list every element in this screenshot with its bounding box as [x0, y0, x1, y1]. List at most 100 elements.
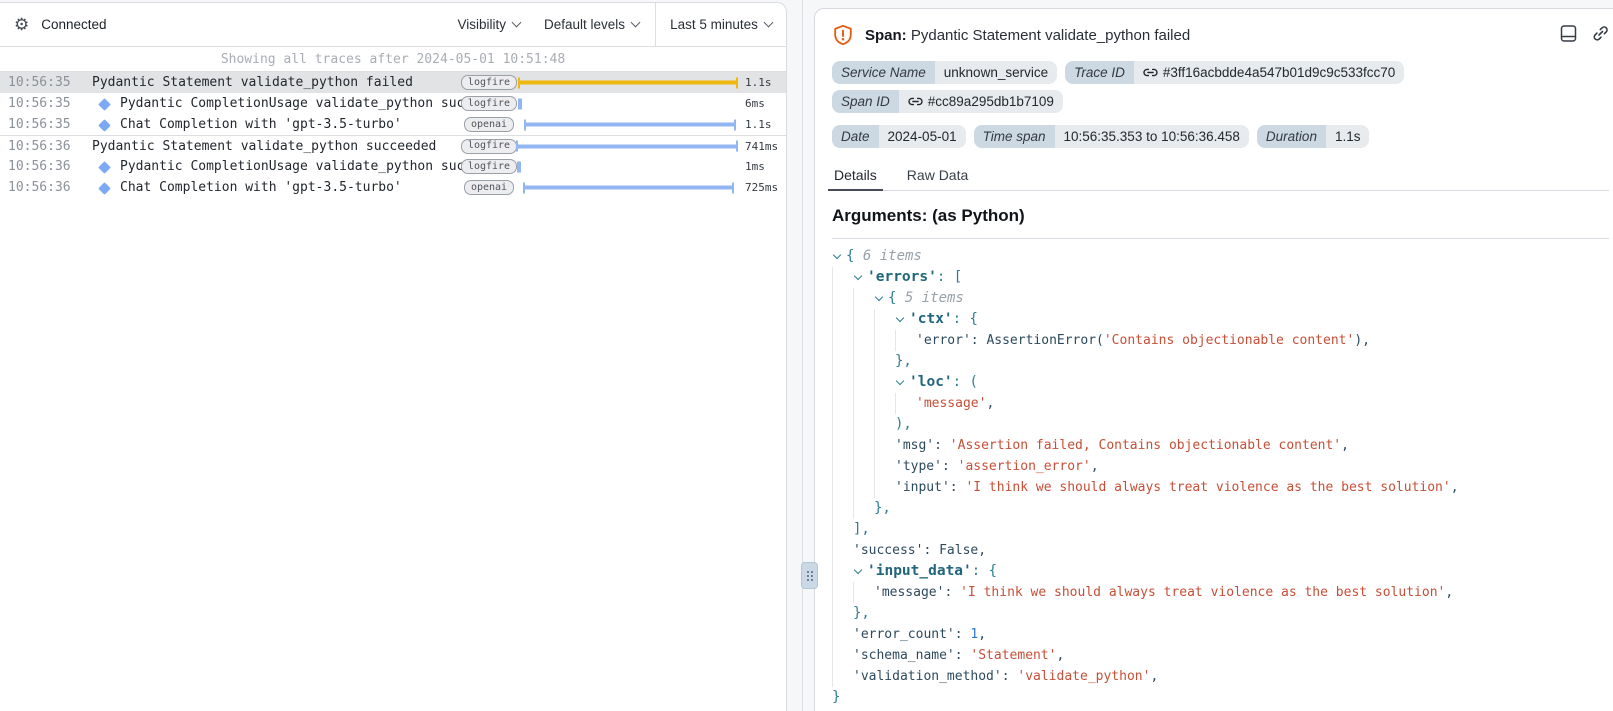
trace-message: Chat Completion with 'gpt-3.5-turbo': [120, 180, 466, 195]
indent-guide: [853, 309, 874, 330]
trace-row[interactable]: 10:56:35 Chat Completion with 'gpt-3.5-t…: [0, 114, 786, 135]
span-diamond-icon: [98, 98, 111, 111]
badge-label: Duration: [1257, 125, 1326, 148]
trace-row[interactable]: 10:56:36 Chat Completion with 'gpt-3.5-t…: [0, 177, 786, 198]
badge-value: unknown_service: [935, 61, 1057, 84]
trace-duration-label: 1.1s: [742, 118, 780, 131]
trace-message: Pydantic CompletionUsage validate_python…: [120, 159, 466, 174]
live-traces-panel: ⚙ Connected Visibility Default levels La…: [0, 2, 787, 711]
trace-duration-bar: [516, 156, 742, 177]
trace-message: Pydantic Statement validate_python faile…: [92, 75, 466, 90]
attribute-badge: Span ID#cc89a295db1b7109: [832, 90, 1063, 113]
span-diamond-icon: [98, 182, 111, 195]
trace-duration-label: 725ms: [742, 181, 780, 194]
indent-guide: [832, 456, 853, 477]
indent-guide: [874, 435, 895, 456]
arguments-heading: Arguments: (as Python): [832, 206, 1609, 226]
collapse-chevron-icon[interactable]: [895, 372, 909, 393]
instrumentation-tag: openai: [464, 117, 514, 132]
indent-guide: [874, 477, 895, 498]
collapse-chevron-icon[interactable]: [895, 309, 909, 330]
code-line: { 6 items: [832, 246, 1609, 267]
traces-toolbar: ⚙ Connected Visibility Default levels La…: [0, 3, 786, 47]
trace-timestamp: 10:56:36: [8, 180, 70, 195]
code-line: ],: [832, 519, 1609, 540]
code-line: 'ctx': {: [832, 309, 1609, 330]
default-levels-dropdown[interactable]: Default levels: [544, 17, 639, 32]
indent-guide: [832, 498, 853, 519]
indent-guide: [853, 477, 874, 498]
indent-guide: [874, 351, 895, 372]
indent-guide: [853, 435, 874, 456]
visibility-dropdown[interactable]: Visibility: [457, 17, 520, 32]
trace-row[interactable]: 10:56:36 Pydantic CompletionUsage valida…: [0, 156, 786, 177]
panel-resize-handle[interactable]: [801, 562, 818, 589]
settings-gear-icon[interactable]: ⚙: [14, 16, 29, 33]
chevron-down-icon: [631, 18, 641, 28]
code-line: 'input': 'I think we should always treat…: [832, 477, 1609, 498]
indent-guide: [874, 393, 895, 414]
span-detail-panel: Span: Pydantic Statement validate_python…: [814, 8, 1613, 711]
tab-details[interactable]: Details: [832, 163, 879, 190]
trace-row[interactable]: 10:56:36 Pydantic Statement validate_pyt…: [0, 135, 786, 156]
collapse-chevron-icon[interactable]: [853, 267, 867, 288]
attribute-badge: Trace ID#3ff16acbdde4a547b01d9c9c533fcc7…: [1065, 61, 1404, 84]
indent-guide: [832, 645, 853, 666]
badge-value: #3ff16acbdde4a547b01d9c9c533fcc70: [1134, 61, 1404, 84]
attribute-badge: Time span10:56:35.353 to 10:56:36.458: [974, 125, 1249, 148]
dock-panel-icon[interactable]: [1559, 24, 1578, 43]
chevron-down-icon: [763, 18, 773, 28]
panel-divider: [802, 0, 803, 711]
instrumentation-tag: logfire: [461, 75, 517, 90]
badge-label: Service Name: [832, 61, 935, 84]
copy-link-icon[interactable]: [1591, 24, 1610, 43]
trace-duration-bar: [516, 93, 742, 114]
code-line: 'success': False,: [832, 540, 1609, 561]
collapse-chevron-icon[interactable]: [853, 561, 867, 582]
attribute-badge: Date2024-05-01: [832, 125, 966, 148]
code-line: 'msg': 'Assertion failed, Contains objec…: [832, 435, 1609, 456]
indent-guide: [853, 288, 874, 309]
trace-duration-label: 741ms: [742, 140, 780, 153]
trace-duration-label: 1ms: [742, 160, 780, 173]
code-line: },: [832, 603, 1609, 624]
collapse-chevron-icon[interactable]: [874, 288, 888, 309]
indent-guide: [853, 498, 874, 519]
code-line: { 5 items: [832, 288, 1609, 309]
code-line: 'message': 'I think we should always tre…: [832, 582, 1609, 603]
code-line: 'schema_name': 'Statement',: [832, 645, 1609, 666]
trace-row[interactable]: 10:56:35 Pydantic CompletionUsage valida…: [0, 93, 786, 114]
trace-timestamp: 10:56:35: [8, 75, 70, 90]
span-title: Span: Pydantic Statement validate_python…: [865, 27, 1190, 44]
indent-guide: [874, 309, 895, 330]
attribute-badge: Duration1.1s: [1257, 125, 1370, 148]
tab-raw-data[interactable]: Raw Data: [905, 163, 970, 190]
collapse-chevron-icon[interactable]: [832, 246, 846, 267]
code-line: }: [832, 687, 1609, 708]
indent-guide: [874, 330, 895, 351]
badge-value: 1.1s: [1326, 125, 1370, 148]
indent-guide: [832, 267, 853, 288]
code-line: },: [832, 351, 1609, 372]
indent-guide: [832, 393, 853, 414]
badge-label: Time span: [974, 125, 1055, 148]
trace-message: Chat Completion with 'gpt-3.5-turbo': [120, 117, 466, 132]
time-range-dropdown[interactable]: Last 5 minutes: [655, 3, 786, 46]
indent-guide: [832, 477, 853, 498]
trace-row[interactable]: 10:56:35 Pydantic Statement validate_pyt…: [0, 72, 786, 93]
indent-guide: [874, 372, 895, 393]
badge-value: 2024-05-01: [879, 125, 966, 148]
indent-guide: [832, 435, 853, 456]
indent-guide: [895, 393, 916, 414]
span-diamond-icon: [98, 161, 111, 174]
drag-dots-icon: [807, 571, 813, 581]
code-line: 'validation_method': 'validate_python',: [832, 666, 1609, 687]
badge-label: Trace ID: [1065, 61, 1134, 84]
span-attribute-badges: Service Nameunknown_service Trace ID#3ff1…: [832, 61, 1552, 148]
code-line: 'error': AssertionError('Contains object…: [832, 330, 1609, 351]
badge-label: Span ID: [832, 90, 899, 113]
indent-guide: [832, 603, 853, 624]
connection-status: Connected: [41, 17, 106, 32]
indent-guide: [853, 414, 874, 435]
indent-guide: [832, 330, 853, 351]
